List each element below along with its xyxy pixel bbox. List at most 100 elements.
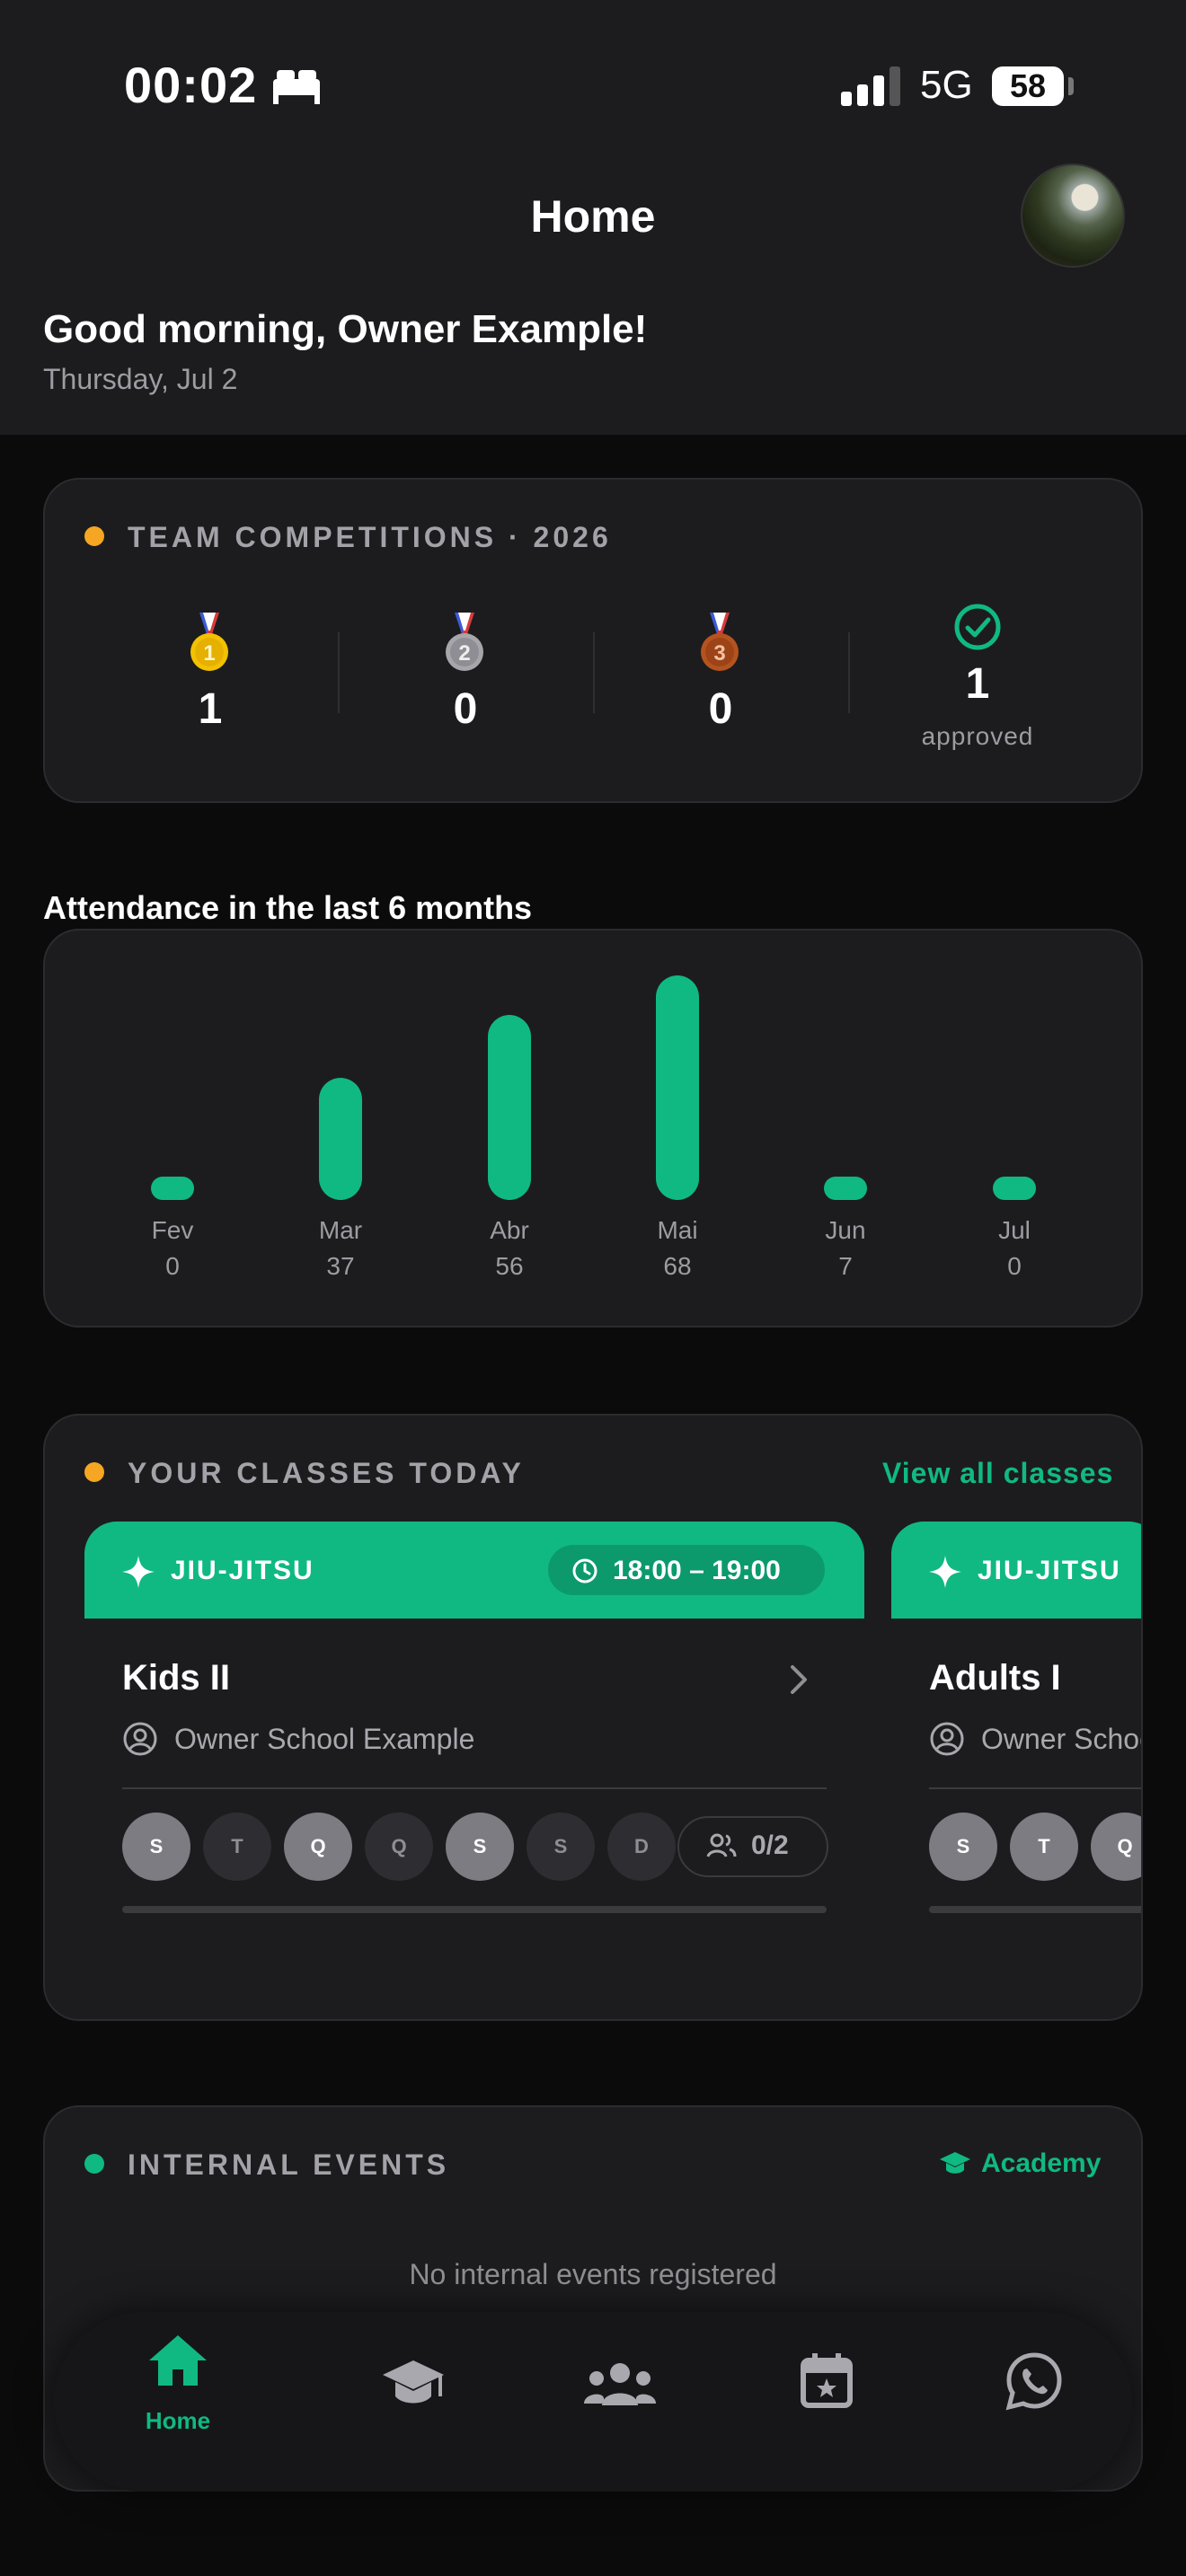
weekday-chip: T: [1010, 1813, 1078, 1881]
graduation-cap-icon: [940, 2152, 970, 2174]
avatar[interactable]: [1021, 163, 1125, 268]
section-dot: [84, 1462, 104, 1482]
chart-month-label: Mai: [657, 1216, 698, 1244]
classes-card: YOUR CLASSES TODAY View all classes JIU-…: [43, 1414, 1143, 2021]
weekday-chip: S: [446, 1813, 514, 1881]
user-circle-icon: [930, 1722, 964, 1756]
chart-month-label: Fev: [151, 1216, 194, 1244]
status-time: 00:02: [124, 57, 258, 113]
chart-bar-mai: [656, 975, 699, 1200]
chart-count-label: 7: [838, 1252, 853, 1280]
gold-medal-icon: 1: [190, 613, 228, 671]
weekday-chip: Q: [1091, 1813, 1141, 1881]
approved-label: approved: [921, 722, 1034, 750]
calendar-star-icon: [801, 2353, 853, 2408]
chart-count-label: 68: [663, 1252, 692, 1280]
home-icon: [149, 2335, 207, 2386]
weekday-chip: Q: [365, 1813, 433, 1881]
divider: [593, 632, 595, 713]
silver-count: 0: [453, 685, 478, 733]
school-name: Owner School Example: [981, 1723, 1141, 1755]
chart-bar-fev: [151, 1177, 194, 1200]
chart-month-label: Jun: [825, 1216, 866, 1244]
tab-whatsapp[interactable]: [972, 2339, 1098, 2465]
view-all-classes-link[interactable]: View all classes: [882, 1457, 1113, 1490]
events-title: INTERNAL EVENTS: [128, 2148, 450, 2181]
weekday-chip: S: [122, 1813, 190, 1881]
chart-bar-mar: [319, 1078, 362, 1200]
chart-month-label: Abr: [490, 1216, 529, 1244]
chart-count-label: 0: [165, 1252, 180, 1280]
gold-count: 1: [198, 685, 223, 733]
chart-month-label: Mar: [318, 1216, 363, 1244]
tab-team[interactable]: [557, 2339, 683, 2465]
seats-progress: [122, 1906, 827, 1913]
chevron-right-icon[interactable]: [785, 1662, 812, 1698]
signal-icon: [841, 66, 900, 106]
seats-count: 0/2: [751, 1831, 789, 1860]
date-label: Thursday, Jul 2: [43, 363, 238, 395]
silver-medal-icon: 2: [446, 613, 483, 671]
users-icon: [584, 2363, 656, 2405]
classes-title: YOUR CLASSES TODAY: [128, 1457, 525, 1489]
user-circle-icon: [123, 1722, 157, 1756]
weekday-chip: Q: [284, 1813, 352, 1881]
school-name: Owner School Example: [174, 1723, 475, 1755]
chart-count-label: 0: [1007, 1252, 1022, 1280]
chart-bar-jun: [824, 1177, 867, 1200]
tab-home-label: Home: [145, 2407, 211, 2434]
seats-progress: [929, 1906, 1141, 1913]
divider: [848, 632, 850, 713]
section-dot: [84, 2154, 104, 2174]
clock-icon: [572, 1558, 597, 1584]
tab-classes[interactable]: [350, 2339, 476, 2465]
approved-count: 1: [965, 660, 990, 708]
silver-medal-digit: 2: [458, 641, 470, 666]
class-name: Kids II: [122, 1658, 231, 1698]
divider: [122, 1787, 827, 1789]
page-title: Home: [530, 191, 656, 242]
chart-bar-jul: [993, 1177, 1036, 1200]
chart-month-label: Jul: [998, 1216, 1031, 1244]
events-empty-state: No internal events registered: [409, 2258, 777, 2290]
divider: [929, 1787, 1141, 1789]
class-time-pill: 18:00 – 19:00: [548, 1545, 825, 1595]
weekday-chip: D: [607, 1813, 676, 1881]
battery-level: 58: [1009, 67, 1047, 104]
tab-events[interactable]: [764, 2339, 890, 2465]
section-dot: [84, 526, 104, 546]
whatsapp-icon: [1005, 2352, 1062, 2411]
academy-link[interactable]: Academy: [981, 2148, 1101, 2179]
battery-cap: [1068, 77, 1074, 95]
chart-count-label: 37: [326, 1252, 355, 1280]
class-name: Adults I: [929, 1658, 1061, 1698]
tab-home[interactable]: Home: [106, 2333, 250, 2459]
bronze-count: 0: [708, 685, 733, 733]
divider: [338, 632, 340, 713]
gold-medal-digit: 1: [203, 641, 215, 666]
class-card[interactable]: JIU-JITSU 18:00 – 19:00 Kids II Owner Sc…: [84, 1522, 864, 1935]
tab-bar: Home: [54, 2312, 1132, 2492]
class-type: JIU-JITSU: [978, 1556, 1121, 1585]
graduation-cap-icon: [383, 2360, 444, 2404]
people-icon: [706, 1833, 737, 1857]
weekday-chip: T: [203, 1813, 271, 1881]
seats-badge: 0/2: [677, 1816, 828, 1877]
competitions-card[interactable]: TEAM COMPETITIONS · 2026 1 1 2 0 3 0 1 a…: [43, 478, 1143, 803]
bed-icon: [273, 70, 320, 104]
chart-count-label: 56: [495, 1252, 524, 1280]
class-card[interactable]: JIU-JITSU Adults I Owner School Example …: [891, 1522, 1141, 1935]
sparkle-icon: [929, 1556, 961, 1588]
check-circle-icon: [954, 604, 1001, 650]
network-label: 5G: [920, 63, 973, 107]
bronze-medal-digit: 3: [713, 641, 725, 666]
greeting: Good morning, Owner Example!: [43, 307, 648, 351]
bronze-medal-icon: 3: [701, 613, 739, 671]
attendance-chart: Fev Mar Abr Mai Jun Jul 0 37 56 68 7 0: [43, 929, 1143, 1328]
weekday-chip: S: [527, 1813, 595, 1881]
competitions-title: TEAM COMPETITIONS · 2026: [128, 521, 612, 553]
class-type: JIU-JITSU: [171, 1556, 314, 1585]
attendance-title: Attendance in the last 6 months: [43, 889, 533, 926]
weekday-chip: S: [929, 1813, 997, 1881]
sparkle-icon: [122, 1556, 155, 1588]
